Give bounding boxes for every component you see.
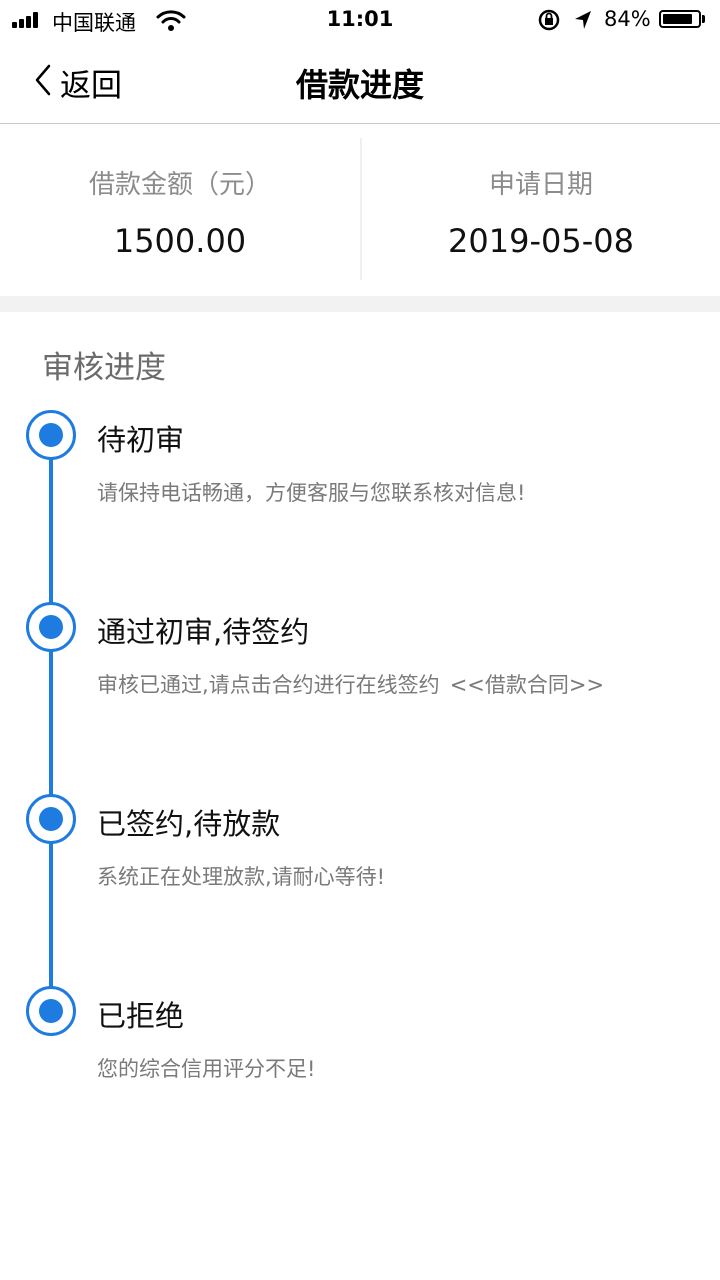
apply-date-block: 申请日期 2019-05-08 bbox=[361, 124, 720, 296]
step-description: 系统正在处理放款,请耐心等待! bbox=[97, 865, 386, 889]
step-description: 您的综合信用评分不足! bbox=[97, 1057, 316, 1081]
step-title: 已拒绝 bbox=[97, 999, 185, 1033]
status-bar: 中国联通 11:01 84% bbox=[0, 0, 720, 40]
location-arrow-icon bbox=[573, 9, 593, 35]
progress-step-rejected: 已拒绝 您的综合信用评分不足! bbox=[0, 986, 720, 1106]
step-description: 请保持电话畅通，方便客服与您联系核对信息! bbox=[97, 481, 526, 505]
progress-title: 审核进度 bbox=[42, 350, 166, 386]
battery-cap bbox=[702, 15, 705, 23]
section-separator bbox=[0, 296, 720, 312]
progress-step-pending-review: 待初审 请保持电话畅通，方便客服与您联系核对信息! bbox=[0, 410, 720, 530]
step-title: 待初审 bbox=[97, 423, 185, 457]
step-description: 审核已通过,请点击合约进行在线签约 <<借款合同>> bbox=[97, 669, 604, 699]
step-title: 通过初审,待签约 bbox=[97, 615, 310, 649]
timeline-line bbox=[49, 459, 53, 995]
step-description-text: 审核已通过,请点击合约进行在线签约 bbox=[97, 673, 440, 697]
apply-date-label: 申请日期 bbox=[488, 170, 593, 200]
orientation-lock-icon bbox=[537, 9, 561, 35]
step-status-icon bbox=[26, 794, 76, 844]
battery-icon bbox=[659, 10, 701, 28]
progress-step-to-sign: 通过初审,待签约 审核已通过,请点击合约进行在线签约 <<借款合同>> bbox=[0, 602, 720, 722]
loan-amount-value: 1500.00 bbox=[113, 222, 247, 260]
page-title: 借款进度 bbox=[295, 66, 424, 104]
apply-date-value: 2019-05-08 bbox=[448, 222, 634, 260]
loan-amount-block: 借款金额（元） 1500.00 bbox=[0, 124, 360, 296]
step-status-icon bbox=[26, 410, 76, 460]
loan-amount-label: 借款金额（元） bbox=[88, 170, 271, 200]
loan-contract-link[interactable]: <<借款合同>> bbox=[450, 673, 604, 697]
step-status-icon bbox=[26, 986, 76, 1036]
loan-summary: 借款金额（元） 1500.00 申请日期 2019-05-08 bbox=[0, 124, 720, 296]
progress-step-to-disburse: 已签约,待放款 系统正在处理放款,请耐心等待! bbox=[0, 794, 720, 914]
battery-percent: 84% bbox=[604, 7, 651, 31]
step-title: 已签约,待放款 bbox=[97, 807, 281, 841]
step-status-icon bbox=[26, 602, 76, 652]
nav-bar: 返回 借款进度 bbox=[0, 40, 720, 124]
